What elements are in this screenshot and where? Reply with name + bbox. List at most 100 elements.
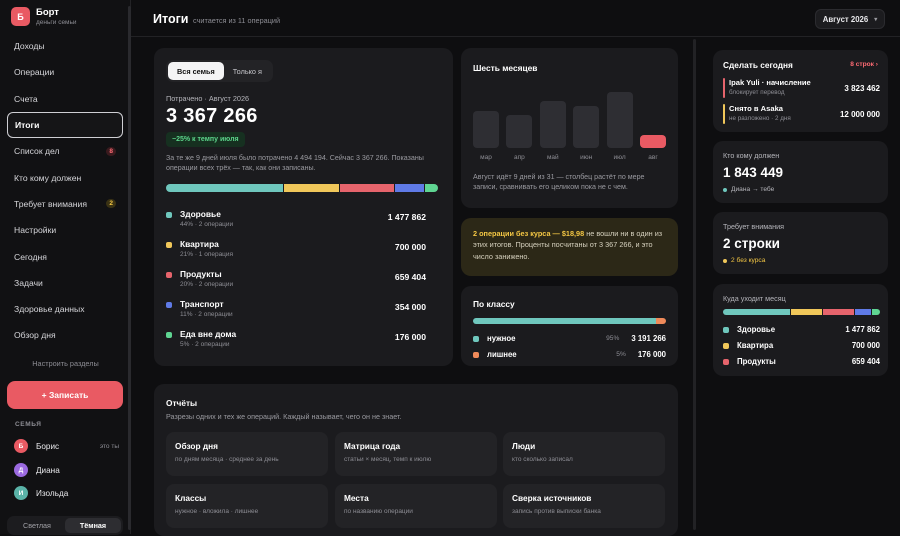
class-pct: 5% <box>616 351 626 358</box>
sidebar-item-data-health[interactable]: Здоровье данных <box>7 296 123 322</box>
share-segment-2 <box>823 309 854 315</box>
month-bar-4[interactable] <box>606 92 633 148</box>
attention-card[interactable]: Требует внимания 2 строки 2 без курса <box>713 212 888 274</box>
item-value: 12 000 000 <box>839 110 880 119</box>
month-label: Август 2026 <box>822 14 869 24</box>
sidebar-item-attention[interactable]: Требует внимания 2 <box>7 191 123 217</box>
category-color-dot <box>166 302 172 308</box>
share-segment-1 <box>790 309 823 315</box>
category-sub: 20% · 2 операции <box>180 281 234 288</box>
where-row-health[interactable]: Здоровье 1 477 862 <box>723 325 880 334</box>
share-segment-0 <box>166 184 283 192</box>
sidebar-item-tasks[interactable]: Задачи <box>7 270 123 296</box>
where-row-groceries[interactable]: Продукты 659 404 <box>723 357 880 366</box>
class-row-needed[interactable]: нужное 95% 3 191 266 <box>473 334 666 343</box>
member-izolda[interactable]: И Изольда <box>14 486 119 500</box>
attention-value: 2 строки <box>723 236 780 251</box>
missing-fx-warning[interactable]: 2 операции без курса — $18,98 не вошли н… <box>461 218 678 276</box>
member-diana[interactable]: Д Диана <box>14 463 119 477</box>
report-classes[interactable]: Классы нужное · вложила · лишнее <box>166 484 328 528</box>
category-value: 354 000 <box>394 302 426 312</box>
report-day-overview[interactable]: Обзор дня по дням месяца · среднее за ден… <box>166 432 328 476</box>
six-months-card: Шесть месяцев Август идёт 9 дней из 31 —… <box>461 48 678 208</box>
attention-label: Требует внимания <box>723 222 785 231</box>
add-record-button[interactable]: + Записать <box>7 381 123 409</box>
reports-title: Отчёты <box>166 398 198 408</box>
theme-dark-option[interactable]: Тёмная <box>65 518 121 533</box>
sidebar-item-today[interactable]: Сегодня <box>7 243 123 269</box>
sidebar-item-settings[interactable]: Настройки <box>7 217 123 243</box>
today-item-ipak-yuli[interactable]: Ipak Yuli · начисление блокирует перевод… <box>723 78 880 98</box>
where-share-bar <box>723 309 880 315</box>
category-share-bar <box>166 184 438 192</box>
month-label-3: июн <box>580 154 593 161</box>
warning-text: 2 операции без курса — $18,98 не вошли н… <box>473 228 667 262</box>
avatar: Б <box>14 439 28 453</box>
category-value: 700 000 <box>394 242 426 252</box>
category-row-groceries[interactable]: Продукты 20% · 2 операции 659 404 <box>166 269 426 288</box>
category-row-apartment[interactable]: Квартира 21% · 1 операция 700 000 <box>166 239 426 258</box>
where-color-dot <box>723 342 729 349</box>
month-bar-2[interactable] <box>539 101 566 148</box>
category-sub: 11% · 2 операции <box>180 311 233 318</box>
class-share-needed <box>473 318 657 324</box>
theme-light-option[interactable]: Светлая <box>9 518 65 533</box>
sidebar-item-label: Список дел <box>14 146 60 157</box>
month-bar-5[interactable] <box>640 135 666 148</box>
month-bar-1[interactable] <box>506 115 533 148</box>
report-year-matrix[interactable]: Матрица года статьи × месяц, темп к июлю <box>335 432 497 476</box>
report-title: Матрица года <box>344 441 401 451</box>
month-label-5: авг <box>648 154 658 161</box>
sidebar-item-label: Задачи <box>14 277 43 288</box>
where-row-apartment[interactable]: Квартира 700 000 <box>723 341 880 350</box>
tab-only-me[interactable]: Только я <box>224 62 271 80</box>
today-title: Сделать сегодня <box>723 60 793 70</box>
report-source-reconciliation[interactable]: Сверка источников запись против выписки б… <box>503 484 665 528</box>
main-scrollbar[interactable] <box>693 39 696 530</box>
tab-whole-family[interactable]: Вся семья <box>168 62 224 80</box>
logo: Б <box>11 7 30 26</box>
category-name: Транспорт <box>180 299 224 309</box>
where-name: Здоровье <box>737 325 776 334</box>
category-row-transport[interactable]: Транспорт 11% · 2 операции 354 000 <box>166 299 426 318</box>
class-row-extra[interactable]: лишнее 5% 176 000 <box>473 350 666 359</box>
sidebar-item-accounts[interactable]: Счета <box>7 86 123 112</box>
category-color-dot <box>166 332 172 338</box>
sidebar-item-totals[interactable]: Итоги <box>7 111 123 139</box>
sidebar-item-label: Здоровье данных <box>14 304 85 315</box>
sidebar-item-day-overview[interactable]: Обзор дня <box>7 322 123 348</box>
report-places[interactable]: Места по названию операции <box>335 484 497 528</box>
today-item-asaka[interactable]: Снято в Asaka не разложено · 2 дня 12 00… <box>723 104 880 124</box>
sidebar-item-debts[interactable]: Кто кому должен <box>7 164 123 190</box>
chevron-down-icon: ▾ <box>874 16 878 23</box>
sidebar-item-label: Доходы <box>14 41 45 52</box>
category-row-eating-out[interactable]: Еда вне дома 5% · 2 операции 176 000 <box>166 329 426 348</box>
month-bar-0[interactable] <box>473 111 499 148</box>
category-sub: 5% · 2 операции <box>180 341 230 348</box>
sidebar-item-income[interactable]: Доходы <box>7 33 123 59</box>
sidebar-item-operations[interactable]: Операции <box>7 59 123 85</box>
brand[interactable]: Б Борт деньги семьи <box>11 7 77 26</box>
sidebar-scrollbar[interactable] <box>128 6 131 530</box>
debts-card[interactable]: Кто кому должен 1 843 449 Диана → тебе <box>713 141 888 203</box>
sidebar-item-label: Счета <box>14 93 38 104</box>
month-bar-3[interactable] <box>573 106 600 148</box>
configure-sections-link[interactable]: Настроить разделы <box>0 359 131 368</box>
debts-direction: Диана → тебе <box>723 186 774 193</box>
report-title: Места <box>344 493 369 503</box>
member-boris[interactable]: Б Борис это ты <box>14 439 119 453</box>
report-title: Классы <box>175 493 207 503</box>
report-sub: нужное · вложила · лишнее <box>175 508 259 515</box>
category-row-health[interactable]: Здоровье 44% · 2 операции 1 477 862 <box>166 209 426 228</box>
page-title: Итоги <box>153 12 189 26</box>
today-rows-link[interactable]: 8 строк › <box>850 61 878 68</box>
brand-title: Борт <box>36 7 59 18</box>
category-color-dot <box>166 212 172 218</box>
attention-dot <box>723 258 727 263</box>
todo-count-badge: 8 <box>106 146 116 156</box>
category-name: Продукты <box>180 269 222 279</box>
month-selector[interactable]: Август 2026 ▾ <box>815 9 885 29</box>
sidebar-item-todo[interactable]: Список дел 8 <box>7 138 123 164</box>
report-title: Люди <box>512 441 536 451</box>
report-people[interactable]: Люди кто сколько записал <box>503 432 665 476</box>
